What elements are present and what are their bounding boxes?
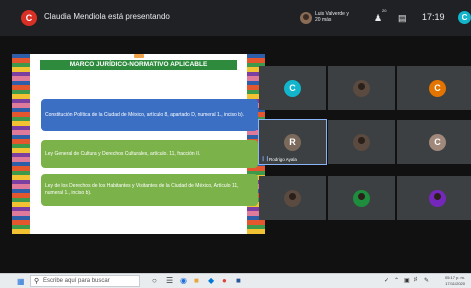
participant-avatar [353,79,370,97]
chrome-icon[interactable]: ● [222,276,227,286]
windows-start-icon[interactable]: ▦ [17,278,25,286]
legal-reference-card: Ley de los Derechos de los Habitantes y … [41,174,258,206]
legal-reference-card: Ley General de Cultura y Derechos Cultur… [41,140,258,168]
participant-tile[interactable] [328,120,395,164]
participant-name: Rodrigo Ayala [269,157,297,162]
chat-icon[interactable]: ▤ [398,12,407,24]
taskbar-clock[interactable]: 05:17 p. m. 17/11/2020 [439,275,465,287]
participant-avatar: C [429,133,446,151]
file-explorer-icon[interactable]: ■ [194,276,199,286]
volume-icon[interactable]: ♯ [414,277,417,283]
participant-tile[interactable] [328,66,395,110]
legal-reference-card: Constitución Política de la Ciudad de Mé… [41,99,258,131]
shared-presentation-slide: MARCO JURÍDICO-NORMATIVO APLICABLE Const… [12,54,265,234]
participant-avatar [284,189,301,207]
participant-avatar [353,189,370,207]
tray-app-icon[interactable]: ✓ [384,277,389,284]
participant-tile[interactable] [259,176,326,220]
self-avatar[interactable]: C [458,11,471,24]
participant-avatar [353,133,370,151]
participant-tile[interactable]: C [259,66,326,110]
participant-count-badge: 20 [382,8,387,13]
participant-avatar: C [429,79,446,97]
participant-avatar: R [284,133,301,151]
people-icon[interactable]: ♟ [374,12,382,24]
participant-tile[interactable]: C [404,120,471,164]
participant-tile[interactable]: C [404,66,471,110]
taskbar-search-input[interactable]: ⚲ Escribe aquí para buscar [30,275,140,287]
slide-logo [134,54,144,58]
meeting-clock: 17:19 [422,12,445,22]
task-switch-icon[interactable]: ☰ [166,276,173,286]
meet-top-bar: C Claudia Mendiola está presentando Luis… [0,0,471,36]
presenter-label: Claudia Mendiola está presentando [44,12,170,21]
pinned-participant-label[interactable]: Luis Valverde y 20 más [315,11,355,23]
search-placeholder: Escribe aquí para buscar [43,278,110,284]
network-icon[interactable]: ▣ [404,277,410,284]
chevron-up-icon[interactable]: ⌃ [394,277,399,284]
edge-browser-icon[interactable]: ◉ [180,276,187,286]
word-icon[interactable]: ■ [236,276,241,286]
windows-taskbar: ▦ ⚲ Escribe aquí para buscar ○ ☰ ◉ ■ ◆ ●… [0,273,471,288]
presenter-avatar: C [21,10,37,26]
search-icon: ⚲ [34,278,40,285]
participant-tile[interactable] [404,176,471,220]
task-view-icon[interactable]: ○ [152,276,157,286]
participant-avatar: C [284,79,301,97]
store-icon[interactable]: ◆ [208,276,214,286]
participant-tile[interactable] [328,176,395,220]
slide-decorative-border-left [12,54,30,234]
participant-tile[interactable]: R ❙❙ Rodrigo Ayala [258,119,327,165]
slide-title: MARCO JURÍDICO-NORMATIVO APLICABLE [40,60,237,70]
participant-avatar [429,189,446,207]
pinned-participant-avatar [300,12,312,24]
language-icon[interactable]: ✎ [424,277,429,284]
